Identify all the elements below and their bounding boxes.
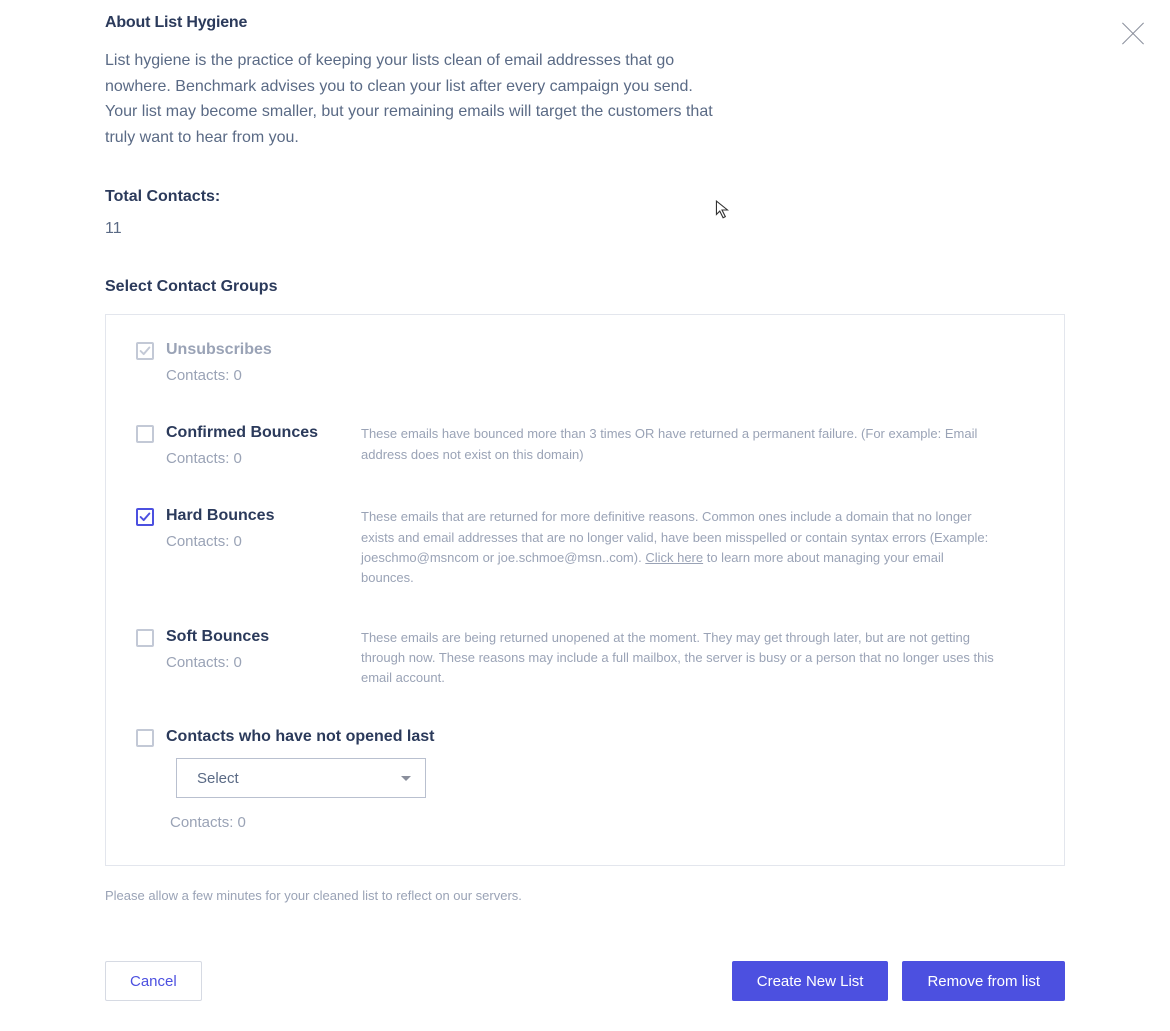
actions-row: Cancel Create New List Remove from list — [105, 961, 1065, 1001]
group-label: Confirmed Bounces — [166, 424, 361, 442]
group-row-soft: Soft Bounces Contacts: 0 These emails ar… — [136, 628, 1034, 688]
select-value: Select — [197, 770, 239, 787]
section-description: List hygiene is the practice of keeping … — [105, 48, 725, 150]
group-description: These emails are being returned unopened… — [361, 628, 1034, 688]
group-label: Soft Bounces — [166, 628, 361, 646]
group-description: These emails that are returned for more … — [361, 507, 1034, 588]
total-contacts-value: 11 — [105, 220, 1065, 238]
group-contacts: Contacts: 0 — [166, 654, 361, 671]
contact-groups-panel: Unsubscribes Contacts: 0 Confirmed Bounc… — [105, 314, 1065, 866]
section-title: About List Hygiene — [105, 14, 1065, 32]
group-contacts: Contacts: 0 — [166, 367, 361, 384]
group-label: Unsubscribes — [166, 341, 361, 359]
create-new-list-button[interactable]: Create New List — [732, 961, 889, 1001]
checkbox-soft-bounces[interactable] — [136, 629, 154, 647]
checkbox-hard-bounces[interactable] — [136, 508, 154, 526]
group-row-unsubscribes: Unsubscribes Contacts: 0 — [136, 341, 1034, 384]
click-here-link[interactable]: Click here — [645, 550, 703, 565]
checkbox-confirmed-bounces[interactable] — [136, 425, 154, 443]
remove-from-list-button[interactable]: Remove from list — [902, 961, 1065, 1001]
groups-title: Select Contact Groups — [105, 278, 1065, 296]
total-contacts-label: Total Contacts: — [105, 188, 1065, 206]
chevron-down-icon — [401, 776, 411, 781]
group-row-confirmed: Confirmed Bounces Contacts: 0 These emai… — [136, 424, 1034, 467]
group-row-not-opened: Contacts who have not opened last Select… — [136, 728, 1034, 831]
group-contacts: Contacts: 0 — [166, 450, 361, 467]
footer-note: Please allow a few minutes for your clea… — [105, 888, 1065, 903]
group-description: These emails have bounced more than 3 ti… — [361, 424, 1034, 464]
group-contacts: Contacts: 0 — [170, 814, 434, 831]
group-label: Hard Bounces — [166, 507, 361, 525]
group-contacts: Contacts: 0 — [166, 533, 361, 550]
close-icon[interactable] — [1118, 18, 1148, 48]
checkbox-unsubscribes[interactable] — [136, 342, 154, 360]
not-opened-select[interactable]: Select — [176, 758, 426, 798]
checkbox-not-opened[interactable] — [136, 729, 154, 747]
group-row-hard: Hard Bounces Contacts: 0 These emails th… — [136, 507, 1034, 588]
cancel-button[interactable]: Cancel — [105, 961, 202, 1001]
group-label: Contacts who have not opened last — [166, 728, 434, 746]
